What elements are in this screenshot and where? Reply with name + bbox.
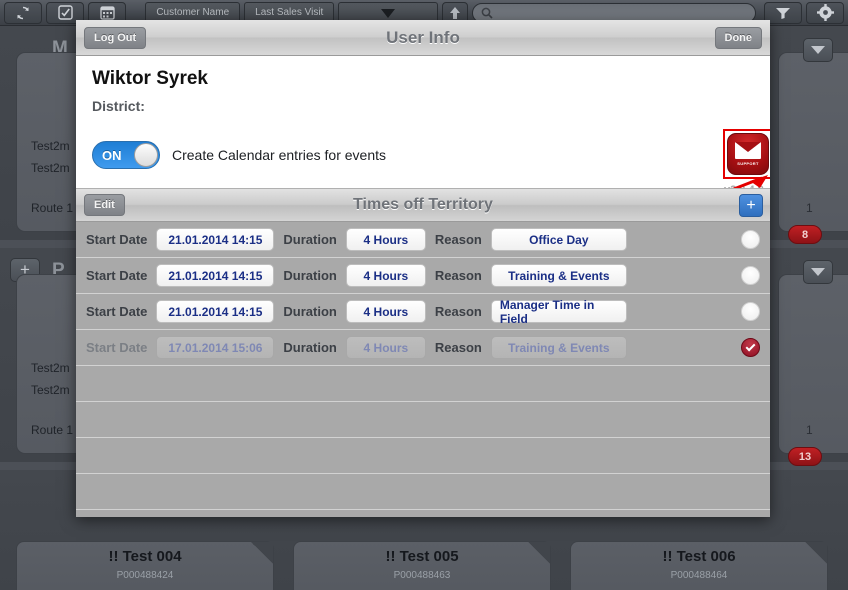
card-line: Route 1 <box>31 201 74 215</box>
toggle-knob <box>134 143 158 167</box>
duration-value[interactable]: 4 Hours <box>345 336 426 359</box>
product-title: !! Test 004 <box>108 548 182 565</box>
row-select-radio[interactable] <box>741 266 760 285</box>
refresh-icon[interactable] <box>4 1 42 24</box>
card-count: 1 <box>806 423 813 437</box>
edit-button[interactable]: Edit <box>84 194 125 216</box>
support-icon[interactable]: SUPPORT <box>727 133 769 175</box>
user-info-body: Wiktor Syrek District: ON Create Calenda… <box>76 56 770 212</box>
chevron-down-icon[interactable] <box>803 38 833 62</box>
duration-value[interactable]: 4 Hours <box>345 264 426 287</box>
duration-label: Duration <box>283 232 337 247</box>
table-row-empty <box>76 474 770 510</box>
reason-label: Reason <box>434 268 482 283</box>
times-off-territory-header: Edit Times off Territory + <box>76 188 770 222</box>
search-icon <box>481 7 493 19</box>
row-select-radio[interactable] <box>741 230 760 249</box>
duration-label: Duration <box>283 340 337 355</box>
reason-value[interactable]: Manager Time in Field <box>490 298 627 326</box>
card-count: 1 <box>806 201 813 215</box>
reason-label: Reason <box>434 232 482 247</box>
create-calendar-entries-toggle[interactable]: ON <box>92 141 160 169</box>
table-row-empty <box>76 366 770 402</box>
row-select-radio[interactable] <box>741 302 760 321</box>
modal-title: User Info <box>386 27 460 47</box>
status-badge: 13 <box>788 447 822 466</box>
times-off-territory-table: Start Date 21.01.2014 14:15 Duration 4 H… <box>76 222 770 517</box>
route-card-right-bottom[interactable]: 1 13 <box>778 274 848 466</box>
card-line: Test2m <box>31 361 70 375</box>
calendar-toggle-label: Create Calendar entries for events <box>172 147 386 163</box>
toggle-state-label: ON <box>102 147 122 163</box>
product-code: P000488424 <box>116 570 174 581</box>
product-code: P000488463 <box>393 570 451 581</box>
user-info-modal: Log Out User Info Done Wiktor Syrek Dist… <box>76 20 770 517</box>
table-row[interactable]: Start Date 21.01.2014 14:15 Duration 4 H… <box>76 258 770 294</box>
duration-label: Duration <box>283 304 337 319</box>
reason-value[interactable]: Training & Events <box>490 336 627 359</box>
start-date-value[interactable]: 17.01.2014 15:06 <box>156 336 275 359</box>
product-title: !! Test 006 <box>662 548 736 565</box>
card-line: Test2m <box>31 161 70 175</box>
card-line: Test2m <box>31 383 70 397</box>
reason-value[interactable]: Training & Events <box>490 264 627 287</box>
row-select-radio[interactable] <box>741 338 760 357</box>
start-date-value[interactable]: 21.01.2014 14:15 <box>156 264 275 287</box>
support-icon-label: SUPPORT <box>737 161 759 166</box>
district-label: District: <box>92 98 145 114</box>
duration-value[interactable]: 4 Hours <box>345 300 426 323</box>
duration-value[interactable]: 4 Hours <box>345 228 426 251</box>
reason-label: Reason <box>434 340 482 355</box>
product-card[interactable]: !! Test 006 P000488464 T T <box>570 541 828 590</box>
product-card[interactable]: !! Test 005 P000488463 T T <box>293 541 551 590</box>
start-date-label: Start Date <box>86 232 148 247</box>
status-badge: 8 <box>788 225 822 244</box>
table-row[interactable]: Start Date 21.01.2014 14:15 Duration 4 H… <box>76 294 770 330</box>
start-date-label: Start Date <box>86 340 148 355</box>
route-card-right-top[interactable]: 1 8 <box>778 52 848 244</box>
chevron-down-icon[interactable] <box>803 260 833 284</box>
table-row-empty <box>76 402 770 438</box>
gear-icon[interactable] <box>806 1 844 24</box>
product-title: !! Test 005 <box>385 548 459 565</box>
card-line: Route 1 <box>31 423 74 437</box>
start-date-label: Start Date <box>86 304 148 319</box>
section-title: Times off Territory <box>353 196 493 213</box>
product-card[interactable]: !! Test 004 P000488424 T T <box>16 541 274 590</box>
table-row[interactable]: Start Date 21.01.2014 14:15 Duration 4 H… <box>76 222 770 258</box>
table-row[interactable]: Start Date 17.01.2014 15:06 Duration 4 H… <box>76 330 770 366</box>
table-row-empty <box>76 438 770 474</box>
reason-label: Reason <box>434 304 482 319</box>
user-name: Wiktor Syrek <box>92 68 208 89</box>
card-line: Test2m <box>31 139 70 153</box>
start-date-label: Start Date <box>86 268 148 283</box>
log-out-button[interactable]: Log Out <box>84 26 147 49</box>
start-date-value[interactable]: 21.01.2014 14:15 <box>156 228 275 251</box>
modal-titlebar: Log Out User Info Done <box>76 20 770 56</box>
app-root: Customer Name Last Sales Visit M P + Tes… <box>0 0 848 590</box>
envelope-icon <box>735 142 761 159</box>
reason-value[interactable]: Office Day <box>490 228 627 251</box>
add-time-off-button[interactable]: + <box>739 194 763 217</box>
product-code: P000488464 <box>670 570 728 581</box>
calendar-toggle-row: ON Create Calendar entries for events <box>92 141 386 169</box>
done-button[interactable]: Done <box>714 26 762 49</box>
duration-label: Duration <box>283 268 337 283</box>
start-date-value[interactable]: 21.01.2014 14:15 <box>156 300 275 323</box>
